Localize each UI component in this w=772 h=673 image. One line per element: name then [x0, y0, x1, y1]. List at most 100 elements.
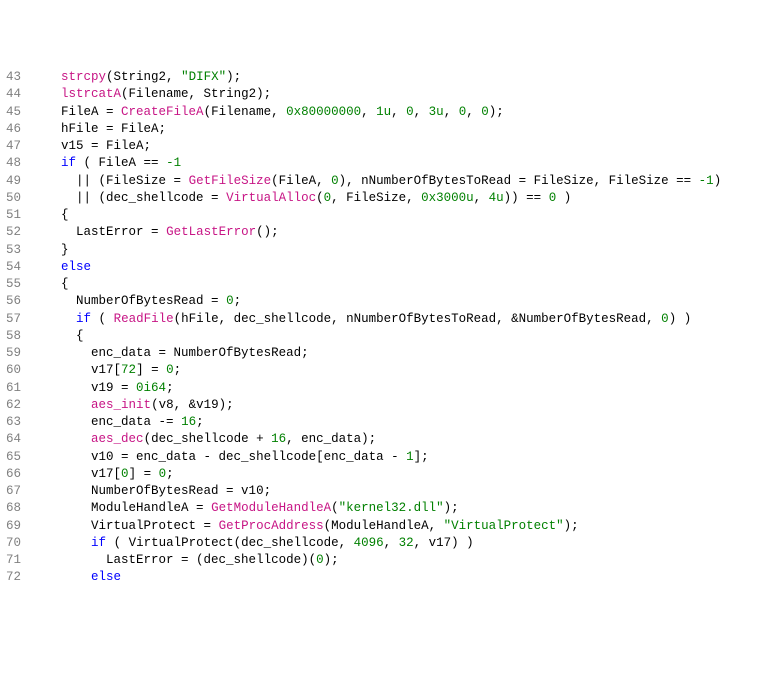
line-number: 52 [6, 225, 21, 239]
code-text: (v8, &v19); [151, 398, 234, 412]
string-literal: "VirtualProtect" [444, 519, 564, 533]
code-text: (Filename, String2); [121, 87, 271, 101]
code-text: ); [444, 501, 459, 515]
code-text: LastError = [61, 225, 166, 239]
code-text: { [61, 208, 69, 222]
line-number: 58 [6, 329, 21, 343]
code-text: (); [256, 225, 279, 239]
code-text: ; [166, 381, 174, 395]
code-editor: 43 44 45 46 47 48 49 50 51 52 53 54 55 5… [0, 69, 772, 587]
code-text: enc_data = NumberOfBytesRead; [61, 346, 309, 360]
code-text [61, 536, 91, 550]
code-text: ( FileA == [76, 156, 166, 170]
line-number: 54 [6, 260, 21, 274]
number-literal: 0 [166, 363, 174, 377]
code-text: || (dec_shellcode = [61, 191, 226, 205]
fn-call: lstrcatA [61, 87, 121, 101]
number-literal: 0 [661, 312, 669, 326]
code-text: ); [226, 70, 241, 84]
line-number: 67 [6, 484, 21, 498]
number-literal: 16 [181, 415, 196, 429]
line-number: 61 [6, 381, 21, 395]
code-text: (FileA, [271, 174, 331, 188]
fn-call: VirtualAlloc [226, 191, 316, 205]
code-text: , enc_data); [286, 432, 376, 446]
number-literal: 0 [316, 553, 324, 567]
fn-call: GetModuleHandleA [211, 501, 331, 515]
code-text: VirtualProtect = [61, 519, 219, 533]
code-text: ] = [136, 363, 166, 377]
line-number: 72 [6, 570, 21, 584]
line-number: 59 [6, 346, 21, 360]
line-number: 56 [6, 294, 21, 308]
number-literal: 0i64 [136, 381, 166, 395]
number-literal: 0 [226, 294, 234, 308]
line-number: 69 [6, 519, 21, 533]
line-number: 50 [6, 191, 21, 205]
fn-call: strcpy [61, 70, 106, 84]
line-number: 60 [6, 363, 21, 377]
line-number: 64 [6, 432, 21, 446]
code-text: v19 = [61, 381, 136, 395]
code-text: ) [556, 191, 571, 205]
fn-call: GetLastError [166, 225, 256, 239]
keyword: if [76, 312, 91, 326]
line-number: 70 [6, 536, 21, 550]
line-number: 47 [6, 139, 21, 153]
code-text: (ModuleHandleA, [324, 519, 444, 533]
number-literal: -1 [166, 156, 181, 170]
code-text: (dec_shellcode + [144, 432, 272, 446]
line-number: 44 [6, 87, 21, 101]
code-text: ; [196, 415, 204, 429]
code-area[interactable]: strcpy(String2, "DIFX"); lstrcatA(Filena… [31, 69, 772, 587]
fn-call: ReadFile [114, 312, 174, 326]
code-text: v15 = FileA; [61, 139, 151, 153]
code-text: enc_data -= [61, 415, 181, 429]
number-literal: 16 [271, 432, 286, 446]
line-number: 63 [6, 415, 21, 429]
code-text: )) == [504, 191, 549, 205]
fn-call: aes_dec [91, 432, 144, 446]
code-text: hFile = FileA; [61, 122, 166, 136]
code-text: ModuleHandleA = [61, 501, 211, 515]
code-text: v17[ [61, 467, 121, 481]
number-literal: 0x80000000 [286, 105, 361, 119]
code-text: ( [331, 501, 339, 515]
line-number: 49 [6, 174, 21, 188]
code-text: ); [564, 519, 579, 533]
line-number: 51 [6, 208, 21, 222]
number-literal: 0 [406, 105, 414, 119]
string-literal: "kernel32.dll" [339, 501, 444, 515]
keyword: if [91, 536, 106, 550]
line-number: 65 [6, 450, 21, 464]
number-literal: 32 [399, 536, 414, 550]
fn-call: aes_init [91, 398, 151, 412]
line-number: 53 [6, 243, 21, 257]
number-literal: 0 [459, 105, 467, 119]
code-text: || (FileSize = [61, 174, 189, 188]
number-literal: 4u [489, 191, 504, 205]
line-number-gutter: 43 44 45 46 47 48 49 50 51 52 53 54 55 5… [0, 69, 31, 587]
keyword: else [91, 570, 121, 584]
code-text: (String2, [106, 70, 181, 84]
code-text: ); [324, 553, 339, 567]
fn-call: GetFileSize [189, 174, 272, 188]
code-text: , FileSize, [331, 191, 421, 205]
code-text: , [474, 191, 489, 205]
code-text [61, 432, 91, 446]
line-number: 57 [6, 312, 21, 326]
code-text: ); [489, 105, 504, 119]
code-text: (Filename, [204, 105, 287, 119]
code-text: , v17) ) [414, 536, 474, 550]
code-text: ] = [129, 467, 159, 481]
code-text: ; [234, 294, 242, 308]
code-text: v10 = enc_data - dec_shellcode[enc_data … [61, 450, 406, 464]
string-literal: "DIFX" [181, 70, 226, 84]
line-number: 71 [6, 553, 21, 567]
number-literal: 0x3000u [421, 191, 474, 205]
code-text: NumberOfBytesRead = [61, 294, 226, 308]
number-literal: 0 [481, 105, 489, 119]
keyword: else [61, 260, 91, 274]
code-text: ; [166, 467, 174, 481]
code-text: ( [316, 191, 324, 205]
